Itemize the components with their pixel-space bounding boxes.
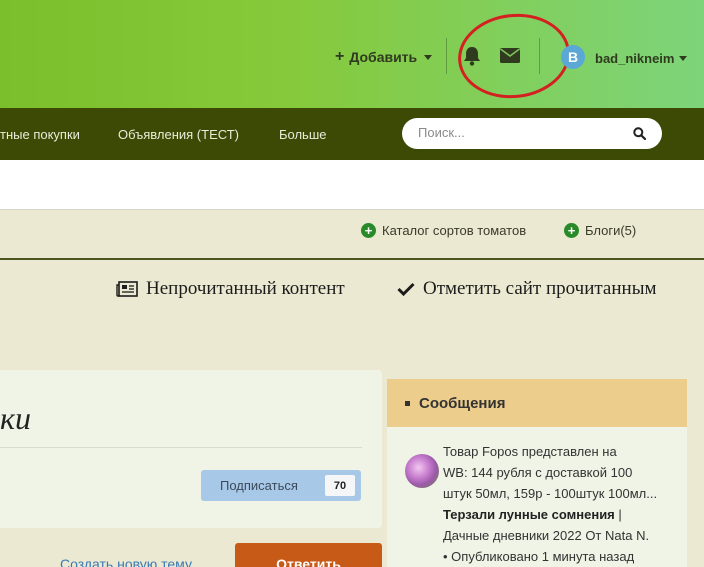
user-menu[interactable]: bad_nikneim: [595, 51, 688, 66]
subscribe-button[interactable]: Подписаться 70: [201, 470, 361, 501]
bullet-icon: [405, 401, 410, 406]
nav-item-purchases[interactable]: тные покупки: [0, 127, 80, 142]
unread-content-link[interactable]: Непрочитанный контент: [116, 278, 345, 300]
banner-area: [0, 160, 704, 210]
plus-icon: +: [335, 48, 345, 65]
search-input[interactable]: [418, 125, 618, 140]
reply-button[interactable]: Ответить: [235, 543, 382, 567]
quick-link-tomato-catalog[interactable]: + Каталог сортов томатов: [361, 223, 526, 238]
caret-down-icon: [424, 54, 433, 60]
unread-content-label: Непрочитанный контент: [146, 278, 345, 299]
subscribe-label: Подписаться: [220, 478, 298, 493]
widget-header: Сообщения: [387, 379, 687, 427]
message-blog-author[interactable]: Дачные дневники 2022 От Nata N.: [443, 528, 649, 543]
mark-site-read-link[interactable]: Отметить сайт прочитанным: [397, 278, 656, 300]
header-divider: [446, 38, 447, 74]
add-button[interactable]: + Добавить: [335, 48, 433, 66]
message-preview-line[interactable]: Товар Fopos представлен на: [443, 444, 617, 459]
checkmark-icon: [397, 282, 415, 296]
message-timestamp: • Опубликовано 1 минута назад: [443, 549, 635, 564]
card-divider: [0, 447, 362, 448]
nav-item-ads[interactable]: Объявления (ТЕСТ): [118, 127, 239, 142]
message-topic-link[interactable]: Терзали лунные сомнения: [443, 507, 615, 522]
mark-site-read-label: Отметить сайт прочитанным: [423, 278, 657, 299]
create-topic-link[interactable]: Создать новую тему: [60, 556, 192, 567]
topic-card: ки Подписаться 70: [0, 370, 382, 528]
search-icon[interactable]: [633, 127, 646, 140]
caret-down-icon: [679, 56, 688, 61]
messages-widget: Сообщения Товар Fopos представлен на WB:…: [387, 379, 687, 567]
nav-item-more[interactable]: Больше: [279, 127, 327, 142]
separator: |: [618, 507, 622, 522]
message-author-avatar[interactable]: [405, 454, 439, 488]
widget-title: Сообщения: [419, 395, 506, 412]
site-header: + Добавить B bad_nikneim: [0, 0, 704, 108]
message-preview-line[interactable]: штук 50мл, 159р - 100штук 100мл...: [443, 486, 657, 501]
username-label: bad_nikneim: [595, 51, 675, 66]
section-divider: [0, 258, 704, 260]
annotation-circle: [453, 8, 575, 104]
quick-link-label: Блоги(5): [585, 223, 637, 238]
add-button-label: Добавить: [349, 49, 418, 65]
quick-link-blogs[interactable]: + Блоги(5): [564, 223, 636, 238]
page-title: ки: [0, 400, 31, 436]
subscriber-count-badge: 70: [325, 475, 355, 496]
avatar[interactable]: B: [561, 45, 585, 69]
message-preview-line[interactable]: WB: 144 рубля с доставкой 100: [443, 465, 632, 480]
plus-circle-icon: +: [564, 223, 579, 238]
plus-circle-icon: +: [361, 223, 376, 238]
message-topic-row: Терзали лунные сомнения |: [443, 507, 622, 522]
search-box: [402, 118, 662, 149]
quick-link-label: Каталог сортов томатов: [382, 223, 527, 238]
newspaper-icon: [116, 281, 138, 297]
